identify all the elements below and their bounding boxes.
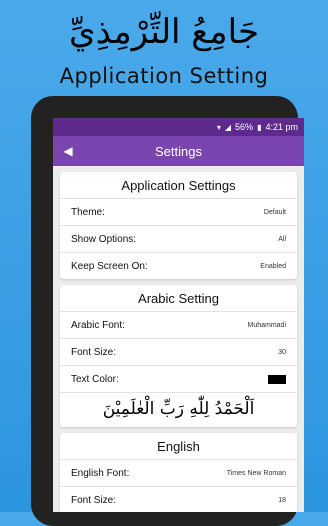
english-font-row[interactable]: English Font: Times New Roman	[60, 460, 297, 487]
application-settings-card: Application Settings Theme: Default Show…	[60, 172, 297, 279]
english-font-size-row[interactable]: Font Size: 18	[60, 487, 297, 512]
theme-label: Theme:	[71, 206, 105, 218]
keep-screen-on-row[interactable]: Keep Screen On: Enabled	[60, 253, 297, 279]
arabic-settings-card: Arabic Setting Arabic Font: Muhammadi Fo…	[60, 285, 297, 427]
english-font-label: English Font:	[71, 467, 130, 479]
app-bar: ◀ Settings	[53, 136, 304, 166]
status-bar: ▾ ◢ 56% ▮ 4:21 pm	[53, 118, 304, 136]
hero-arabic-title: جَامِعُ التِّرْمِذِيِّ	[69, 12, 259, 52]
wifi-icon: ▾	[216, 122, 221, 132]
theme-row[interactable]: Theme: Default	[60, 199, 297, 226]
arabic-settings-heading: Arabic Setting	[60, 285, 297, 312]
english-font-value: Times New Roman	[226, 469, 286, 477]
signal-icon: ◢	[224, 122, 232, 132]
hero-title: Application Setting	[59, 64, 269, 88]
arabic-font-size-row[interactable]: Font Size: 30	[60, 339, 297, 366]
arabic-preview-text: اَلْحَمْدُ لِلّٰهِ رَبِّ الْعٰلَمِيْنَ	[102, 399, 255, 419]
battery-level: 56%	[235, 122, 254, 132]
theme-value: Default	[263, 208, 286, 216]
app-bar-title: Settings	[155, 143, 202, 159]
show-options-value: All	[278, 235, 286, 243]
english-settings-card: English English Font: Times New Roman Fo…	[60, 433, 297, 512]
keep-screen-on-value: Enabled	[260, 262, 286, 270]
arabic-font-size-label: Font Size:	[71, 346, 117, 358]
show-options-row[interactable]: Show Options: All	[60, 226, 297, 253]
battery-icon: ▮	[257, 122, 262, 132]
status-time: 4:21 pm	[265, 122, 298, 132]
arabic-font-row[interactable]: Arabic Font: Muhammadi	[60, 312, 297, 339]
text-color-row[interactable]: Text Color:	[60, 366, 297, 393]
show-options-label: Show Options:	[71, 233, 137, 245]
english-font-size-label: Font Size:	[71, 494, 117, 506]
application-settings-heading: Application Settings	[60, 172, 297, 199]
arabic-font-value: Muhammadi	[247, 321, 286, 329]
keep-screen-on-label: Keep Screen On:	[71, 260, 148, 272]
back-arrow-icon[interactable]: ◀	[59, 142, 77, 160]
text-color-swatch[interactable]	[268, 374, 286, 384]
text-color-label: Text Color:	[71, 373, 119, 385]
english-settings-heading: English	[60, 433, 297, 460]
device-screen: ▾ ◢ 56% ▮ 4:21 pm ◀ Settings Application…	[53, 118, 304, 512]
arabic-font-size-value: 30	[278, 348, 286, 356]
english-font-size-value: 18	[278, 496, 286, 504]
arabic-font-label: Arabic Font:	[71, 319, 125, 331]
